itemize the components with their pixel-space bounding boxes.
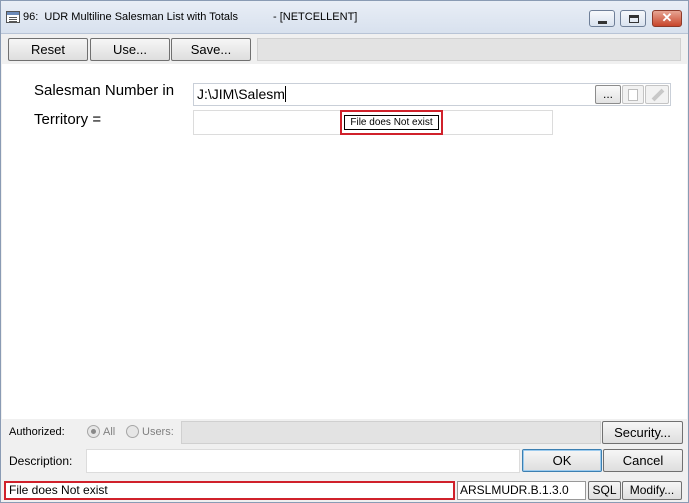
report-window: 96: UDR Multiline Salesman List with Tot… — [0, 0, 689, 503]
authorized-all-label: All — [103, 426, 116, 438]
authorized-all-radio[interactable] — [87, 425, 100, 438]
description-label: Description: — [9, 454, 73, 468]
minimize-button[interactable] — [589, 10, 615, 27]
title-bar[interactable]: 96: UDR Multiline Salesman List with Tot… — [1, 1, 688, 34]
maximize-icon — [629, 15, 639, 23]
sql-button[interactable]: SQL — [588, 481, 621, 500]
browse-button[interactable]: ... — [595, 85, 621, 104]
status-message: File does Not exist — [4, 481, 455, 500]
program-code: ARSLMUDR.B.1.3.0 — [457, 481, 586, 500]
app-icon[interactable] — [6, 11, 20, 23]
territory-label: Territory = — [34, 111, 102, 128]
save-button[interactable]: Save... — [171, 38, 251, 61]
tooltip-highlight: File does Not exist — [340, 110, 443, 135]
status-bar: File does Not exist ARSLMUDR.B.1.3.0 SQL… — [1, 478, 688, 502]
use-button[interactable]: Use... — [90, 38, 170, 61]
pencil-icon — [651, 88, 665, 102]
authorized-users-field — [181, 421, 601, 444]
description-input[interactable] — [86, 449, 520, 473]
authorized-label: Authorized: — [9, 426, 65, 438]
authorized-users-radio[interactable] — [126, 425, 139, 438]
cancel-button[interactable]: Cancel — [603, 449, 683, 472]
close-icon: ✕ — [661, 10, 673, 25]
ok-button[interactable]: OK — [522, 449, 602, 472]
window-title-suffix: - [NETCELLENT] — [273, 11, 358, 23]
salesman-number-label: Salesman Number in — [34, 82, 175, 99]
window-title: 96: UDR Multiline Salesman List with Tot… — [23, 11, 238, 23]
text-caret — [284, 86, 286, 102]
maximize-button[interactable] — [620, 10, 646, 27]
parameters-panel: Salesman Number in J:\JIM\Salesm ... Ter… — [2, 64, 687, 419]
document-icon — [628, 89, 638, 101]
close-button[interactable]: ✕ — [652, 10, 682, 27]
toolbar-info-field — [257, 38, 681, 61]
error-tooltip: File does Not exist — [344, 115, 439, 130]
open-file-button[interactable] — [622, 85, 644, 104]
authorized-users-label: Users: — [142, 426, 174, 438]
minimize-icon — [598, 21, 607, 24]
salesman-number-value: J:\JIM\Salesm — [197, 86, 285, 102]
modify-button[interactable]: Modify... — [622, 481, 682, 500]
edit-file-button[interactable] — [645, 85, 669, 104]
security-button[interactable]: Security... — [602, 421, 683, 444]
reset-button[interactable]: Reset — [8, 38, 88, 61]
